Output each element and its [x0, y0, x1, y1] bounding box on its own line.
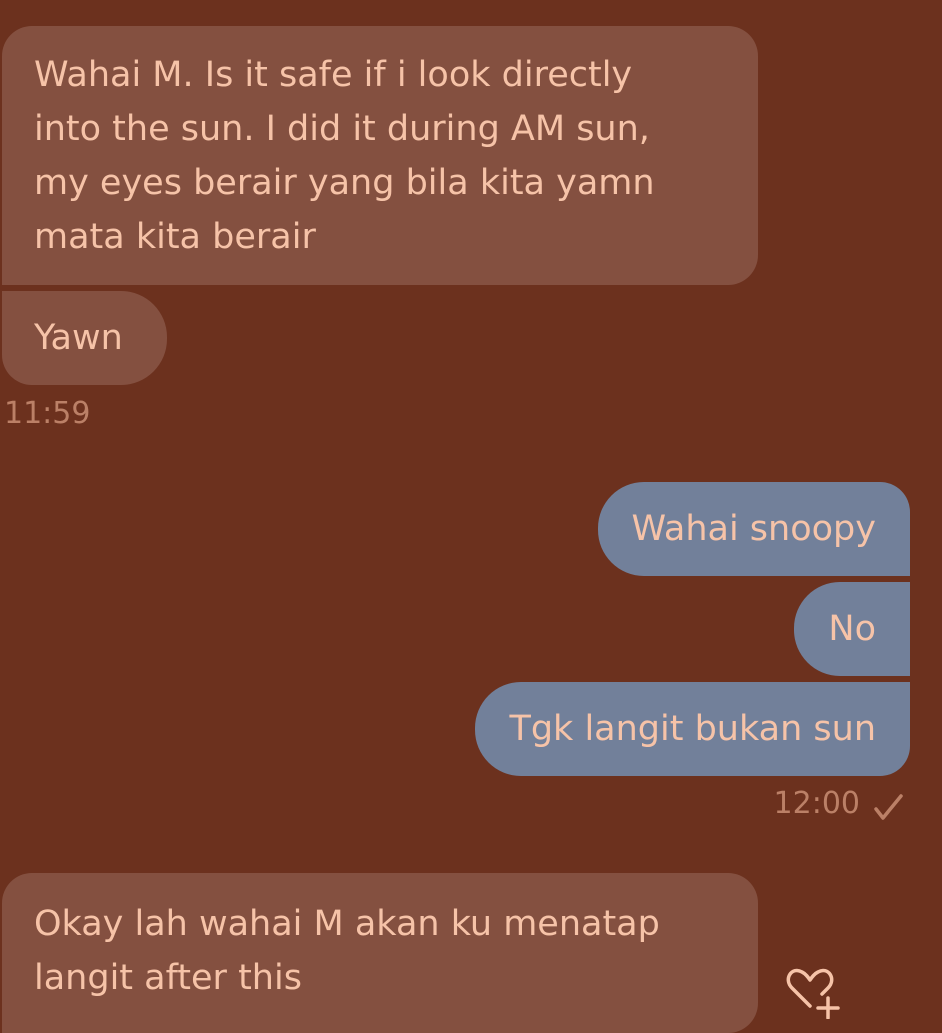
incoming-message-bubble[interactable]: Okay lah wahai M akan ku menatap langit … — [2, 873, 758, 1033]
message-timestamp: 11:59 — [4, 396, 91, 431]
outgoing-message-bubble[interactable]: Wahai snoopy — [597, 482, 910, 576]
incoming-message-bubble[interactable]: Yawn — [2, 291, 167, 385]
outgoing-message-bubble[interactable]: No — [794, 582, 910, 676]
checkmark-icon — [874, 794, 903, 820]
message-timestamp: 12:00 — [773, 786, 860, 821]
heart-plus-icon[interactable] — [778, 964, 842, 1019]
incoming-message-bubble[interactable]: Wahai M. Is it safe if i look directly i… — [2, 26, 758, 285]
outgoing-message-bubble[interactable]: Tgk langit bukan sun — [475, 682, 910, 776]
